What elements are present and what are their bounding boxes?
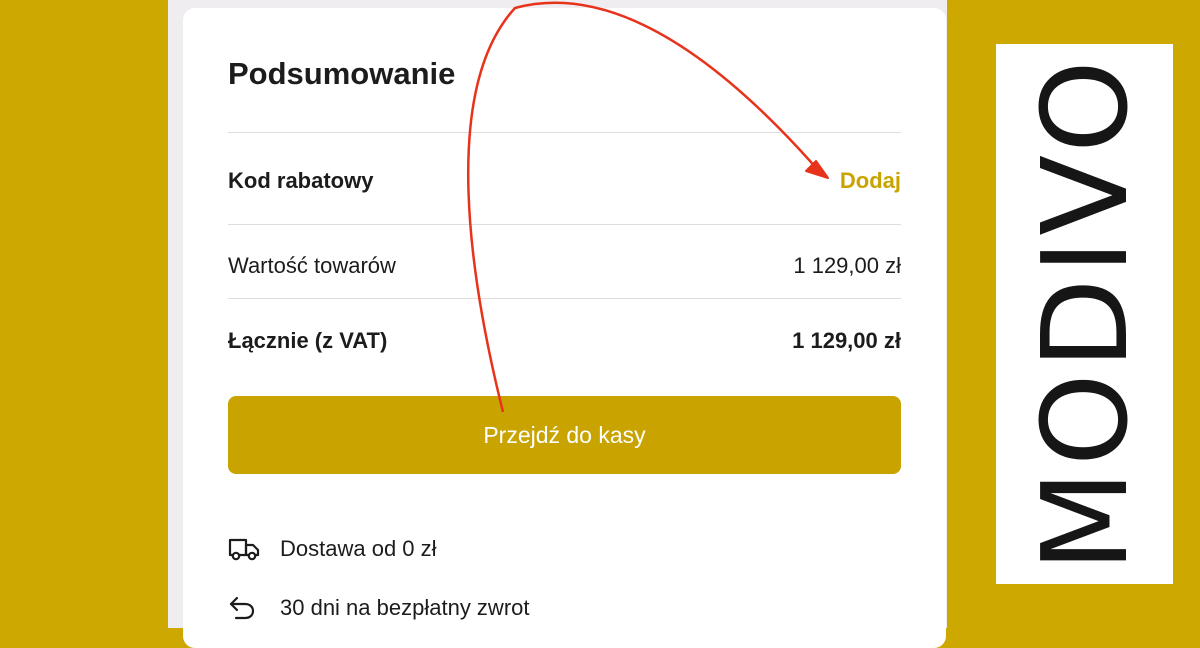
divider: [228, 132, 901, 133]
perk-returns-text: 30 dni na bezpłatny zwrot: [280, 595, 530, 620]
return-arrow-icon: [228, 595, 260, 621]
delivery-truck-icon: [228, 536, 260, 562]
total-label: Łącznie (z VAT): [228, 328, 388, 353]
divider: [228, 298, 901, 299]
modivo-logo: MODIVO: [1015, 56, 1154, 572]
discount-code-label: Kod rabatowy: [228, 168, 374, 193]
checkout-button-label: Przejdź do kasy: [483, 421, 646, 448]
perk-delivery: Dostawa od 0 zł: [228, 536, 437, 562]
goods-value-label: Wartość towarów: [228, 253, 396, 278]
total-amount: 1 129,00 zł: [792, 328, 901, 353]
divider: [228, 224, 901, 225]
brand-panel: MODIVO: [996, 44, 1173, 584]
perk-returns: 30 dni na bezpłatny zwrot: [228, 595, 530, 621]
left-color-band: [0, 0, 168, 628]
checkout-button[interactable]: Przejdź do kasy: [228, 396, 901, 474]
add-discount-code-link[interactable]: Dodaj: [840, 168, 901, 194]
goods-value-amount: 1 129,00 zł: [793, 253, 901, 278]
summary-title: Podsumowanie: [228, 56, 456, 91]
perk-delivery-text: Dostawa od 0 zł: [280, 536, 437, 561]
